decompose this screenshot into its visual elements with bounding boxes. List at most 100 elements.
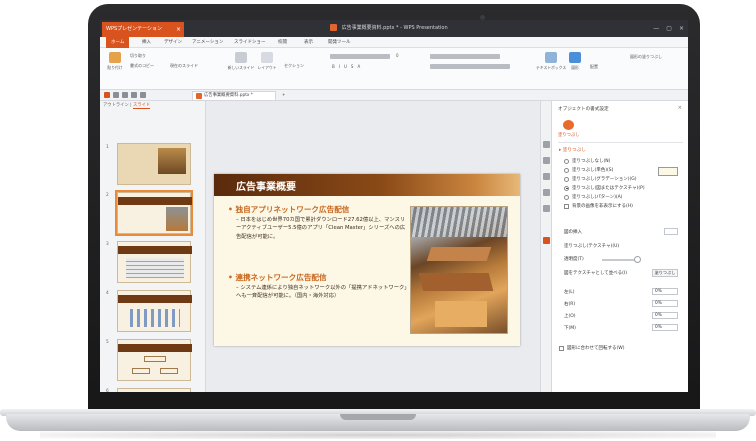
strike-button[interactable]: S <box>351 64 358 69</box>
underline-button[interactable]: U <box>344 64 351 69</box>
transparency-slider[interactable] <box>602 259 638 261</box>
tile-button[interactable]: 塗りつぶし <box>652 269 678 277</box>
slide-number: 3 <box>106 242 109 247</box>
close-icon[interactable]: × <box>176 22 181 37</box>
transparency-label: 透明度(T) <box>564 257 584 262</box>
font-name-box[interactable] <box>330 54 390 59</box>
laptop-scene: WPSプレゼンテーション × 広告事業概要資料.pptx * - WPS Pre… <box>0 0 756 441</box>
arrange-button[interactable]: 配置 <box>590 64 598 70</box>
close-window-icon[interactable]: × <box>679 20 684 37</box>
fill-option-solid[interactable]: 塗りつぶし(単色)(S) <box>564 167 613 173</box>
insert-picture-button[interactable] <box>664 228 678 235</box>
tab-developer[interactable]: 開発ツール <box>328 37 351 48</box>
new-tab-button[interactable]: + <box>282 92 285 97</box>
close-icon[interactable]: × <box>678 105 682 111</box>
fill-color-swatch[interactable] <box>658 167 678 176</box>
slide-thumbnail-4[interactable] <box>117 290 192 332</box>
shapes-button[interactable]: 図形 <box>564 52 586 86</box>
slide-body[interactable]: • 独自アプリネットワーク広告配信 – 日本をはじめ世界70カ国で累計ダウンロー… <box>228 202 410 340</box>
format-painter-button[interactable]: 書式のコピー <box>130 63 154 69</box>
fill-option-gradient[interactable]: 塗りつぶし(グラデーション)(G) <box>564 176 636 182</box>
texture-label[interactable]: 塗りつぶし(テクスチャ)(U) <box>564 243 619 249</box>
section-button[interactable]: セクション <box>284 63 304 69</box>
font-style-buttons[interactable]: BIUSA <box>332 64 364 69</box>
presentation-icon <box>330 24 337 31</box>
tab-animation[interactable]: アニメーション <box>192 37 223 48</box>
radio-button-selected[interactable] <box>564 185 569 191</box>
rotate-with-shape-option[interactable]: 図形に合わせて回転する(W) <box>559 345 624 351</box>
paragraph-row-2[interactable] <box>430 64 510 69</box>
fill-tab[interactable]: 塗りつぶし <box>558 120 580 140</box>
fill-section-header[interactable]: ▸ 塗りつぶし <box>559 147 586 153</box>
transition-icon[interactable] <box>543 189 550 196</box>
paragraph-row-1[interactable] <box>430 54 500 59</box>
slide-thumbnail-1[interactable] <box>117 143 191 185</box>
building-interior-photo[interactable] <box>410 206 508 334</box>
offset-right-label: 右(R) <box>564 302 576 307</box>
slides-pane: アウトライン | スライド 1 2 3 4 5 6 <box>100 101 206 392</box>
backup-icon[interactable] <box>543 205 550 212</box>
offset-left-label: 左(L) <box>564 290 575 295</box>
app-tab[interactable]: WPSプレゼンテーション × <box>102 22 184 37</box>
tab-insert[interactable]: 挿入 <box>142 37 151 48</box>
slide-thumbnail-5[interactable] <box>117 339 192 381</box>
radio-button[interactable] <box>564 176 569 182</box>
tab-home[interactable]: ホーム <box>106 37 130 48</box>
fill-option-none[interactable]: 塗りつぶしなし(N) <box>564 158 610 164</box>
textbox-button[interactable]: テキストボックス <box>536 52 566 86</box>
divider <box>558 142 683 143</box>
slide-title[interactable]: 広告事業概要 <box>236 178 296 193</box>
select-icon[interactable] <box>543 141 550 148</box>
slide-thumbnail-6[interactable] <box>117 388 191 392</box>
maximize-icon[interactable]: ▢ <box>666 20 672 37</box>
offset-top-field[interactable]: 0% <box>652 312 678 319</box>
save-icon[interactable] <box>113 92 119 98</box>
bold-button[interactable]: B <box>332 64 339 69</box>
paste-button[interactable]: 貼り付け <box>104 52 126 86</box>
tab-outline[interactable]: アウトライン <box>103 103 129 108</box>
checkbox[interactable] <box>564 203 569 209</box>
radio-button[interactable] <box>564 194 569 200</box>
slide-thumbnail-3[interactable] <box>117 241 192 283</box>
undo-icon[interactable] <box>131 92 137 98</box>
offset-left-field[interactable]: 0% <box>652 288 678 295</box>
format-pane-icon[interactable] <box>543 237 550 244</box>
offset-bottom-field[interactable]: 0% <box>652 324 678 331</box>
slide[interactable]: 広告事業概要 • 独自アプリネットワーク広告配信 – 日本をはじめ世界70カ国で… <box>214 174 520 346</box>
menu-icon[interactable] <box>104 92 110 98</box>
current-slide-button[interactable]: 現在のスライド <box>170 63 198 69</box>
cut-button[interactable]: 切り取り <box>130 53 146 59</box>
document-tab[interactable]: 広告事業概要資料.pptx * <box>192 91 276 101</box>
font-size-box[interactable]: 0 <box>396 53 399 58</box>
tab-design[interactable]: デザイン <box>164 37 182 48</box>
new-slide-button[interactable]: 新しいスライド <box>228 52 254 86</box>
radio-button[interactable] <box>564 167 569 173</box>
fill-option-picture[interactable]: 塗りつぶし(図またはテクスチャ)(P) <box>564 185 645 191</box>
redo-icon[interactable] <box>140 92 146 98</box>
slides-pane-tabs: アウトライン | スライド <box>103 103 151 109</box>
tab-slides[interactable]: スライド <box>132 103 151 109</box>
tab-slideshow[interactable]: スライドショー <box>234 37 266 48</box>
tab-view[interactable]: 表示 <box>304 37 313 48</box>
window-title: 広告事業概要資料.pptx * - WPS Presentation <box>330 20 510 37</box>
minimize-icon[interactable]: — <box>653 20 659 37</box>
slide-thumbnail-2[interactable] <box>115 190 193 236</box>
thumbnail-title-bar <box>118 295 192 303</box>
font-color-button[interactable]: A <box>358 64 365 69</box>
bullet-heading-text: 連携ネットワーク広告配信 <box>235 273 327 282</box>
tab-review[interactable]: 校閲 <box>278 37 287 48</box>
print-icon[interactable] <box>122 92 128 98</box>
thumbnail-box <box>160 368 178 374</box>
layout-button[interactable]: レイアウト <box>256 52 278 86</box>
offset-right-field[interactable]: 0% <box>652 300 678 307</box>
hide-background-option[interactable]: 背景の画像を非表示にする(H) <box>564 203 633 209</box>
radio-button[interactable] <box>564 158 569 164</box>
shape-icon[interactable] <box>543 157 550 164</box>
fill-button[interactable]: 図形の塗りつぶし <box>630 54 662 60</box>
transparency-slider-knob[interactable] <box>634 256 641 263</box>
animation-icon[interactable] <box>543 173 550 180</box>
checkbox[interactable] <box>559 345 564 351</box>
fill-option-pattern[interactable]: 塗りつぶし(パターン)(A) <box>564 194 622 200</box>
slide-number: 2 <box>106 193 109 198</box>
thumbnail-title-bar <box>118 344 192 352</box>
